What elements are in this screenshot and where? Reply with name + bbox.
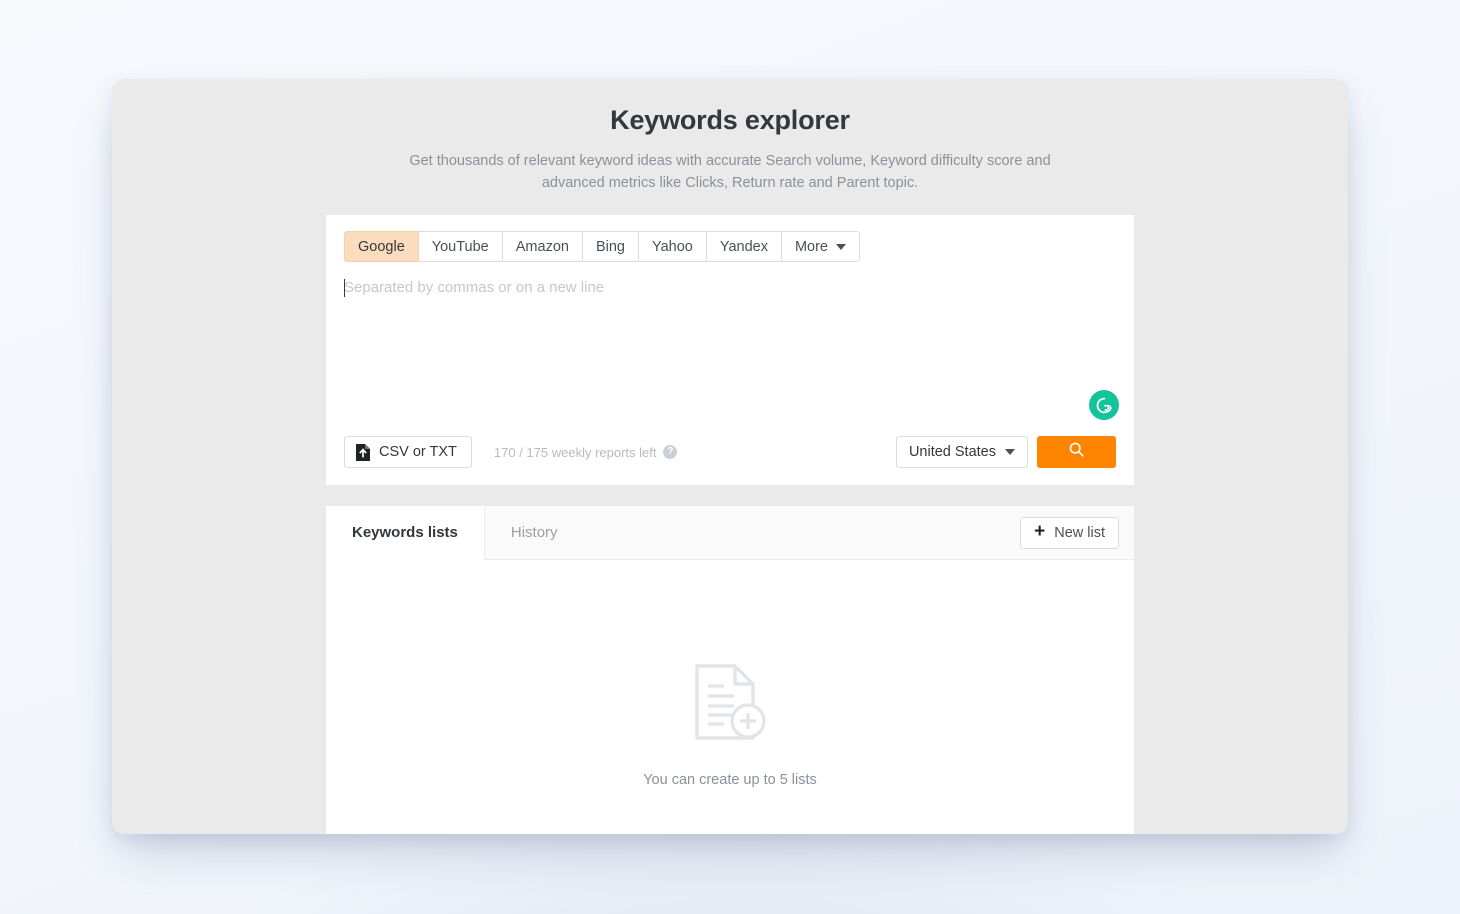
- new-list-label: New list: [1054, 525, 1105, 541]
- chevron-down-icon: [1005, 449, 1015, 455]
- country-select-value: United States: [909, 444, 996, 460]
- engine-tab-label: Amazon: [516, 239, 569, 255]
- search-icon: [1068, 441, 1085, 463]
- keyword-search-panel: Google YouTube Amazon Bing Yahoo Yandex …: [326, 215, 1134, 485]
- engine-tab-label: Bing: [596, 239, 625, 255]
- grammarly-icon[interactable]: [1089, 390, 1119, 420]
- reports-left-status: 170 / 175 weekly reports left ?: [494, 445, 678, 460]
- keywords-lists-panel: Keywords lists History + New list You: [326, 506, 1134, 834]
- document-add-icon: [693, 663, 767, 746]
- upload-csv-label: CSV or TXT: [379, 444, 457, 460]
- chevron-down-icon: [836, 244, 846, 250]
- engine-tab-google[interactable]: Google: [344, 231, 419, 262]
- hero-section: Keywords explorer Get thousands of relev…: [112, 79, 1348, 194]
- tab-label: Keywords lists: [352, 524, 458, 541]
- page-title: Keywords explorer: [112, 105, 1348, 136]
- empty-state-text: You can create up to 5 lists: [643, 772, 817, 788]
- search-controls: United States: [896, 436, 1116, 468]
- search-button[interactable]: [1037, 436, 1116, 468]
- engine-tab-label: More: [795, 239, 828, 255]
- upload-csv-button[interactable]: CSV or TXT: [344, 436, 472, 468]
- search-engine-tabs: Google YouTube Amazon Bing Yahoo Yandex …: [344, 231, 1116, 262]
- engine-tab-yahoo[interactable]: Yahoo: [639, 231, 707, 262]
- engine-tab-youtube[interactable]: YouTube: [419, 231, 503, 262]
- app-card: Keywords explorer Get thousands of relev…: [112, 79, 1348, 834]
- keywords-input[interactable]: [344, 278, 1116, 398]
- lists-tabbar: Keywords lists History + New list: [326, 506, 1134, 560]
- page-subtitle: Get thousands of relevant keyword ideas …: [395, 150, 1065, 194]
- engine-tab-label: Yahoo: [652, 239, 693, 255]
- engine-tab-label: Google: [358, 239, 405, 255]
- tab-label: History: [511, 524, 558, 541]
- reports-left-text: 170 / 175 weekly reports left: [494, 445, 657, 460]
- lists-empty-state: You can create up to 5 lists: [326, 560, 1134, 788]
- plus-icon: +: [1034, 522, 1045, 541]
- tab-keywords-lists[interactable]: Keywords lists: [326, 506, 485, 560]
- file-upload-icon: [356, 444, 370, 461]
- tab-history[interactable]: History: [485, 506, 584, 560]
- engine-tab-bing[interactable]: Bing: [583, 231, 639, 262]
- keywords-input-area: [344, 278, 1116, 398]
- help-icon[interactable]: ?: [663, 445, 677, 459]
- engine-tab-more[interactable]: More: [782, 231, 860, 262]
- new-list-button[interactable]: + New list: [1020, 517, 1119, 549]
- search-panel-footer: CSV or TXT 170 / 175 weekly reports left…: [344, 436, 1116, 468]
- engine-tab-label: YouTube: [432, 239, 489, 255]
- engine-tab-amazon[interactable]: Amazon: [503, 231, 583, 262]
- engine-tab-label: Yandex: [720, 239, 768, 255]
- engine-tab-yandex[interactable]: Yandex: [707, 231, 782, 262]
- country-select[interactable]: United States: [896, 436, 1028, 468]
- text-cursor: [344, 279, 345, 297]
